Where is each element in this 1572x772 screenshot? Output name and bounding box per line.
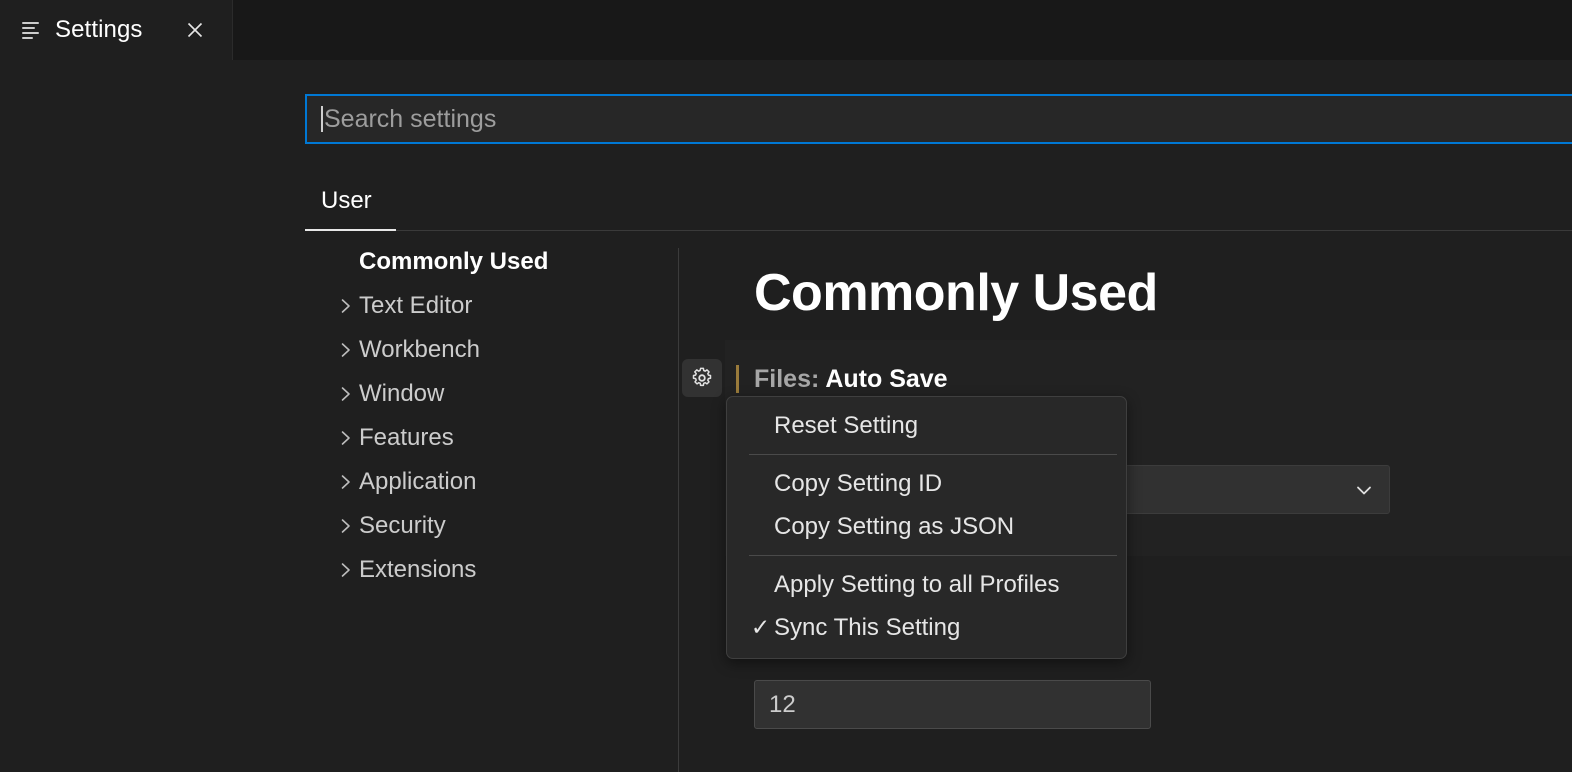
chevron-right-icon — [333, 560, 359, 580]
toc-item-label: Window — [359, 380, 444, 408]
chevron-right-icon — [333, 384, 359, 404]
toc-item-application[interactable]: Application — [305, 460, 678, 504]
chevron-right-icon — [333, 428, 359, 448]
toc-item-text-editor[interactable]: Text Editor — [305, 284, 678, 328]
settings-toc-tree: Commonly Used Text Editor Workbench Wind… — [305, 240, 678, 772]
toc-item-label: Features — [359, 424, 454, 452]
toc-item-label: Commonly Used — [359, 248, 548, 276]
toc-item-extensions[interactable]: Extensions — [305, 548, 678, 592]
menu-item-label: Copy Setting as JSON — [774, 513, 1014, 541]
toc-item-window[interactable]: Window — [305, 372, 678, 416]
tab-settings[interactable]: Settings — [0, 0, 233, 60]
settings-list-icon — [22, 19, 44, 41]
setting-title: Files: Auto Save — [754, 365, 948, 394]
close-icon[interactable] — [180, 15, 210, 45]
tab-settings-label: Settings — [55, 16, 143, 44]
chevron-right-icon — [333, 340, 359, 360]
toc-item-label: Workbench — [359, 336, 480, 364]
menu-item-apply-setting-to-all-profiles[interactable]: Apply Setting to all Profiles — [727, 563, 1126, 606]
page-title: Commonly Used — [754, 263, 1158, 323]
setting-category: Files: — [754, 365, 825, 393]
search-input[interactable]: Search settings — [305, 94, 1572, 144]
toc-item-security[interactable]: Security — [305, 504, 678, 548]
editor-tab-bar: Settings — [0, 0, 1572, 60]
chevron-right-icon — [333, 516, 359, 536]
toc-item-label: Security — [359, 512, 446, 540]
settings-scope-tabs: User — [305, 170, 1572, 232]
toc-item-label: Extensions — [359, 556, 476, 584]
setting-name: Auto Save — [825, 365, 947, 393]
menu-item-copy-setting-as-json[interactable]: Copy Setting as JSON — [727, 505, 1126, 548]
toc-item-label: Application — [359, 468, 476, 496]
scope-tabs-baseline — [396, 230, 1572, 231]
modified-indicator — [736, 365, 739, 393]
chevron-down-icon — [1353, 479, 1375, 501]
menu-item-reset-setting[interactable]: Reset Setting — [727, 404, 1126, 447]
toc-item-workbench[interactable]: Workbench — [305, 328, 678, 372]
toc-item-commonly-used[interactable]: Commonly Used — [305, 240, 678, 284]
toc-item-features[interactable]: Features — [305, 416, 678, 460]
text-caret — [321, 106, 323, 132]
tab-user[interactable]: User — [305, 170, 388, 232]
tab-user-label: User — [321, 187, 372, 215]
search-placeholder: Search settings — [324, 107, 496, 132]
toc-item-label: Text Editor — [359, 292, 472, 320]
tab-user-active-indicator — [305, 229, 396, 231]
setting-context-menu: Reset Setting Copy Setting ID Copy Setti… — [726, 396, 1127, 659]
settings-editor-window: Settings Search settings User Commonly U… — [0, 0, 1572, 772]
menu-item-label: Copy Setting ID — [774, 470, 942, 498]
menu-item-label: Reset Setting — [774, 412, 918, 440]
menu-separator — [749, 454, 1117, 455]
menu-item-copy-setting-id[interactable]: Copy Setting ID — [727, 462, 1126, 505]
chevron-right-icon — [333, 296, 359, 316]
setting-text-input[interactable]: 12 — [754, 680, 1151, 729]
menu-separator — [749, 555, 1117, 556]
gear-icon[interactable] — [682, 359, 722, 397]
menu-item-sync-this-setting[interactable]: ✓ Sync This Setting — [727, 606, 1126, 649]
search-settings-container: Search settings — [305, 94, 1572, 144]
setting-text-value: 12 — [769, 691, 796, 719]
menu-item-label: Apply Setting to all Profiles — [774, 571, 1059, 599]
menu-item-label: Sync This Setting — [774, 614, 960, 642]
check-icon: ✓ — [747, 616, 774, 639]
chevron-right-icon — [333, 472, 359, 492]
